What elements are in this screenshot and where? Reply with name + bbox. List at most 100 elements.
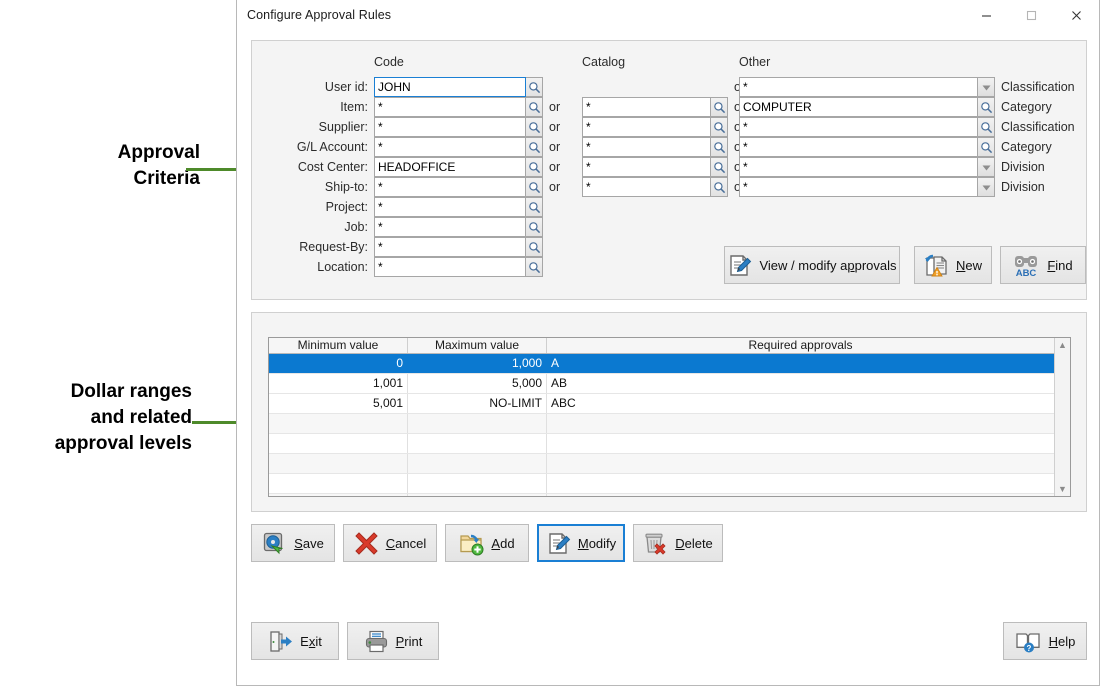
delete-button[interactable]: Delete [633, 524, 723, 562]
table-row[interactable]: 1,0015,000AB [269, 374, 1054, 394]
table-row-empty[interactable] [269, 414, 1054, 434]
other-input[interactable] [739, 77, 978, 97]
help-button[interactable]: ? Help [1003, 622, 1087, 660]
search-icon[interactable] [526, 97, 543, 117]
search-icon[interactable] [711, 137, 728, 157]
search-icon[interactable] [711, 97, 728, 117]
other-input[interactable] [739, 117, 978, 137]
catalog-field-group [582, 97, 728, 117]
approval-criteria-panel: Code Catalog Other User id:orClassificat… [251, 40, 1087, 300]
table-row-empty[interactable] [269, 434, 1054, 454]
code-input[interactable] [374, 77, 526, 97]
view-modify-approvals-label: View / modify approvals [759, 258, 896, 273]
other-input[interactable] [739, 97, 978, 117]
cancel-button[interactable]: Cancel [343, 524, 437, 562]
cancel-label: Cancel [386, 536, 426, 551]
search-icon[interactable] [711, 177, 728, 197]
code-input[interactable] [374, 217, 526, 237]
search-icon[interactable] [526, 217, 543, 237]
table-row-empty[interactable] [269, 474, 1054, 494]
grid-header-minimum-value[interactable]: Minimum value [269, 338, 408, 353]
search-icon[interactable] [526, 117, 543, 137]
search-icon[interactable] [526, 137, 543, 157]
cell-minimum-value: 1,001 [269, 374, 408, 393]
maximize-icon[interactable] [1009, 0, 1054, 30]
other-field-group [739, 157, 995, 177]
add-button[interactable]: Add [445, 524, 529, 562]
catalog-input[interactable] [582, 137, 711, 157]
catalog-input[interactable] [582, 177, 711, 197]
code-input[interactable] [374, 177, 526, 197]
other-field-type-label: Division [1001, 157, 1045, 177]
code-field-group [374, 217, 543, 237]
other-input[interactable] [739, 157, 978, 177]
table-row-empty[interactable] [269, 494, 1054, 496]
window-controls [964, 0, 1099, 30]
minimize-icon[interactable] [964, 0, 1009, 30]
code-input[interactable] [374, 257, 526, 277]
new-button[interactable]: New [914, 246, 992, 284]
window-title: Configure Approval Rules [237, 8, 391, 22]
cell-maximum-value: NO-LIMIT [408, 394, 547, 413]
find-button[interactable]: ABC Find [1000, 246, 1086, 284]
catalog-field-group [582, 157, 728, 177]
search-icon[interactable] [526, 237, 543, 257]
help-label: Help [1049, 634, 1076, 649]
scroll-down-icon[interactable]: ▼ [1058, 484, 1067, 494]
view-modify-approvals-button[interactable]: View / modify approvals [724, 246, 900, 284]
other-field-type-label: Classification [1001, 117, 1075, 137]
dollar-ranges-panel: Minimum value Maximum value Required app… [251, 312, 1087, 512]
search-icon[interactable] [526, 157, 543, 177]
grid-vertical-scrollbar[interactable]: ▲ ▼ [1054, 338, 1070, 496]
criteria-row-label: Project: [258, 197, 368, 217]
other-input[interactable] [739, 177, 978, 197]
grid-header-maximum-value[interactable]: Maximum value [408, 338, 547, 353]
scroll-up-icon[interactable]: ▲ [1058, 340, 1067, 350]
code-input[interactable] [374, 157, 526, 177]
close-icon[interactable] [1054, 0, 1099, 30]
table-row[interactable]: 01,000A [269, 354, 1054, 374]
search-icon[interactable] [711, 157, 728, 177]
dropdown-icon[interactable] [978, 77, 995, 97]
new-label: New [956, 258, 982, 273]
search-icon[interactable] [978, 137, 995, 157]
code-input[interactable] [374, 97, 526, 117]
catalog-input[interactable] [582, 157, 711, 177]
criteria-row-label: Request-By: [258, 237, 368, 257]
cell-maximum-value: 1,000 [408, 354, 547, 373]
catalog-input[interactable] [582, 97, 711, 117]
code-input[interactable] [374, 197, 526, 217]
search-icon[interactable] [526, 177, 543, 197]
catalog-field-group [582, 137, 728, 157]
modify-button[interactable]: Modify [537, 524, 625, 562]
code-input[interactable] [374, 137, 526, 157]
code-field-group [374, 177, 543, 197]
save-button[interactable]: Save [251, 524, 335, 562]
other-input[interactable] [739, 137, 978, 157]
print-button[interactable]: Print [347, 622, 439, 660]
table-row-empty[interactable] [269, 454, 1054, 474]
or-label: or [549, 137, 560, 157]
or-label: or [549, 157, 560, 177]
other-field-type-label: Category [1001, 137, 1052, 157]
code-input[interactable] [374, 237, 526, 257]
search-icon[interactable] [526, 197, 543, 217]
other-field-group [739, 177, 995, 197]
dropdown-icon[interactable] [978, 177, 995, 197]
grid-header-required-approvals[interactable]: Required approvals [547, 338, 1054, 353]
search-icon[interactable] [526, 77, 543, 97]
search-icon[interactable] [526, 257, 543, 277]
dropdown-icon[interactable] [978, 157, 995, 177]
other-field-type-label: Division [1001, 177, 1045, 197]
table-row[interactable]: 5,001NO-LIMITABC [269, 394, 1054, 414]
folder-plus-icon [459, 531, 484, 556]
search-icon[interactable] [978, 97, 995, 117]
criteria-row-label: Job: [258, 217, 368, 237]
exit-button[interactable]: Exit [251, 622, 339, 660]
search-icon[interactable] [978, 117, 995, 137]
other-field-type-label: Category [1001, 97, 1052, 117]
catalog-input[interactable] [582, 117, 711, 137]
search-icon[interactable] [711, 117, 728, 137]
code-input[interactable] [374, 117, 526, 137]
document-pencil-icon [546, 531, 571, 556]
